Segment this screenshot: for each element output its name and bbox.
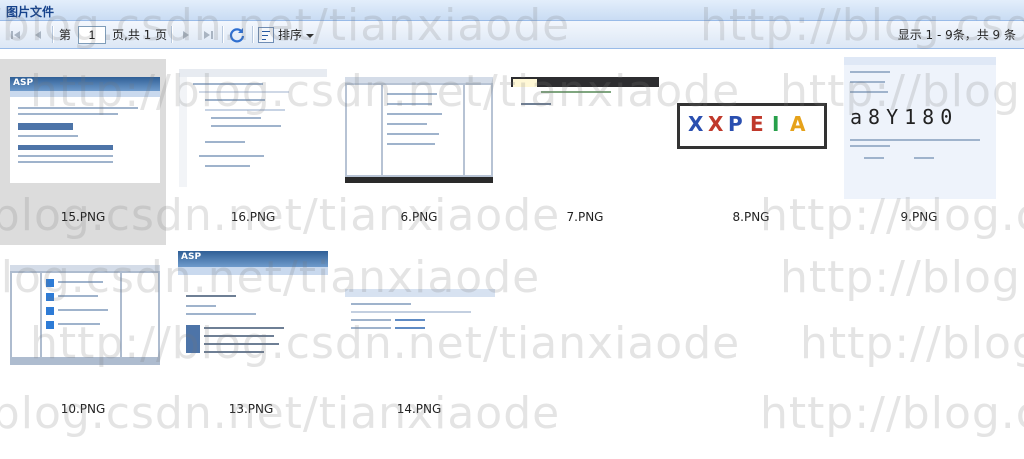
image-item-6[interactable]: 6.PNG [336, 59, 502, 245]
image-item-10[interactable]: 10.PNG [0, 255, 166, 441]
image-name: 7.PNG [566, 210, 604, 224]
image-item-13[interactable]: ASP 13.PNG [168, 251, 334, 441]
asp-logo: ASP [13, 78, 34, 88]
paging-status-text: 显示 1 - 9条，共 9 条 [897, 28, 1016, 42]
page-prefix-label: 第 [59, 28, 72, 42]
toolbar-separator [222, 26, 224, 43]
toolbar-separator [171, 26, 173, 43]
thumbnail-image [345, 289, 495, 341]
sort-button[interactable]: 排序 [258, 21, 315, 48]
thumbnail-image: ASP [10, 77, 160, 183]
prev-page-icon[interactable] [30, 27, 46, 43]
toolbar-separator [252, 26, 254, 43]
refresh-icon[interactable] [228, 26, 246, 44]
image-name: 16.PNG [230, 210, 276, 224]
image-name: 8.PNG [732, 210, 770, 224]
sort-button-label: 排序 [278, 28, 303, 42]
image-item-8[interactable]: X X P E I A 8.PNG [668, 59, 834, 245]
panel-title: 图片文件 [6, 5, 55, 19]
image-name: 15.PNG [60, 210, 106, 224]
thumbnail-image [10, 265, 160, 365]
image-name: 9.PNG [900, 210, 938, 224]
first-page-icon[interactable] [8, 27, 24, 43]
chevron-down-icon [306, 28, 315, 42]
thumbnail-image: ASP [178, 251, 328, 375]
page-number-input[interactable] [78, 25, 106, 44]
last-page-icon[interactable] [200, 27, 216, 43]
thumbnail-image [345, 77, 493, 183]
image-item-9[interactable]: a8Y180 9.PNG [836, 57, 1002, 245]
thumbnail-image: a8Y180 [844, 57, 996, 199]
image-grid: ASP 15.PNG 16.PNG 6.PNG 7.PNG X X P E I … [0, 49, 1024, 459]
asp-logo: ASP [181, 252, 202, 262]
image-item-16[interactable]: 16.PNG [170, 59, 336, 245]
image-name: 6.PNG [400, 210, 438, 224]
image-name: 14.PNG [396, 402, 442, 416]
page-total-label: 页,共 1 页 [112, 28, 168, 42]
panel-header: 图片文件 [0, 0, 1024, 21]
login-captcha: a8Y180 [850, 105, 959, 129]
toolbar-separator [52, 26, 54, 43]
next-page-icon[interactable] [178, 27, 194, 43]
paging-toolbar: 第 页,共 1 页 排序 显示 1 - 9条 [0, 21, 1024, 49]
image-item-7[interactable]: 7.PNG [502, 59, 668, 245]
image-name: 13.PNG [228, 402, 274, 416]
sort-icon [258, 26, 274, 43]
image-item-14[interactable]: 14.PNG [336, 255, 502, 441]
image-name: 10.PNG [60, 402, 106, 416]
image-item-15[interactable]: ASP 15.PNG [0, 59, 166, 245]
thumbnail-image [511, 77, 659, 181]
thumbnail-image: X X P E I A [677, 103, 827, 149]
thumbnail-image [179, 69, 327, 187]
